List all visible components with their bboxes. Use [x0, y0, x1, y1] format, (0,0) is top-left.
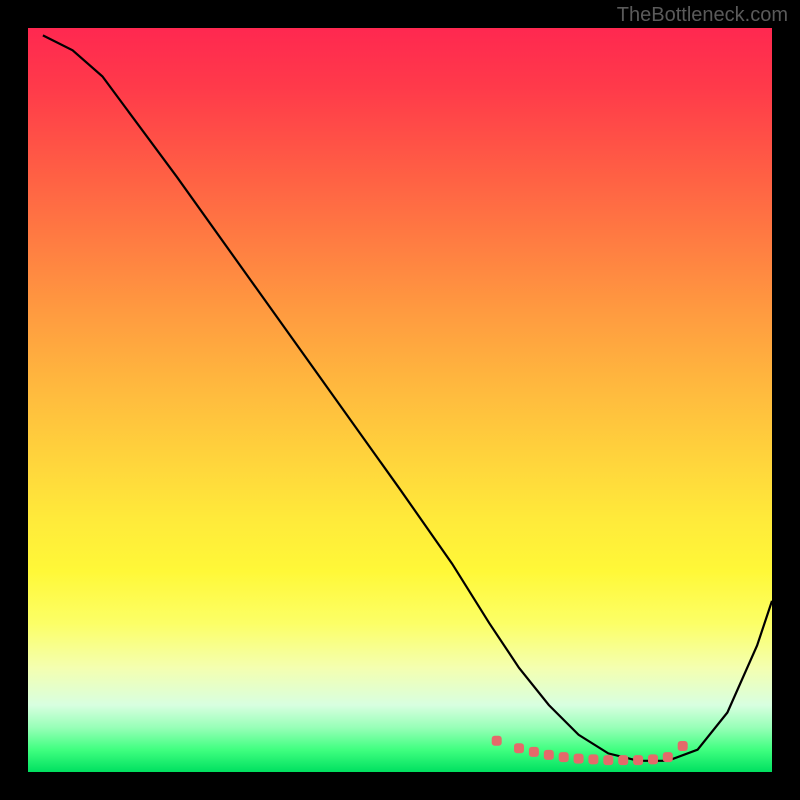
gradient-background — [28, 28, 772, 772]
plot-area — [28, 28, 772, 772]
watermark-text: TheBottleneck.com — [617, 4, 788, 27]
